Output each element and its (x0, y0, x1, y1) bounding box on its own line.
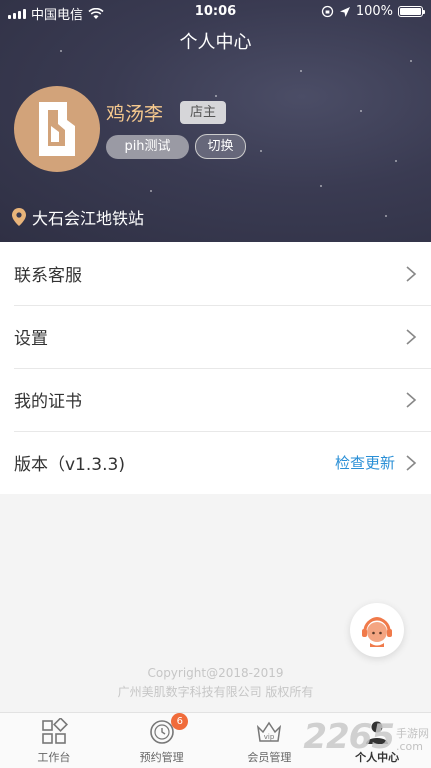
location-pin-icon (12, 208, 26, 226)
site-watermark: 2265 手游网 .com (303, 717, 429, 757)
menu-item-label: 版本（v1.3.3) (14, 455, 125, 475)
star-decoration (410, 60, 412, 62)
watermark-text: 手游网 (396, 727, 429, 740)
star-decoration (260, 150, 262, 152)
appointments-badge: 6 (171, 713, 189, 730)
location-label: 大石会江地铁站 (32, 209, 145, 228)
customer-service-float-button[interactable] (350, 603, 404, 657)
battery-level (400, 8, 421, 15)
chevron-right-icon (406, 265, 417, 282)
page-title: 个人中心 (179, 32, 252, 53)
shop-name-badge: pih测试 (106, 135, 189, 159)
menu-item-customer-service[interactable]: 联系客服 (0, 242, 431, 305)
tab-label: 会员管理 (247, 751, 292, 764)
menu-item-certificates[interactable]: 我的证书 (0, 368, 431, 431)
avatar[interactable] (14, 86, 100, 172)
settings-menu: 联系客服 设置 我的证书 版本（v1.3.3) 检查更新 (0, 242, 431, 494)
star-decoration (150, 190, 152, 192)
copyright-line: Copyright@2018-2019 (147, 666, 284, 680)
role-badge: 店主 (180, 101, 227, 124)
profile-header: 中国电信 10:06 100% 个人中心 鸡汤李 店主 pih测试 切换 大石会… (0, 0, 431, 242)
star-decoration (320, 185, 322, 187)
menu-item-settings[interactable]: 设置 (0, 305, 431, 368)
check-update-link[interactable]: 检查更新 (335, 452, 395, 473)
chevron-right-icon (406, 454, 417, 471)
menu-item-label: 我的证书 (14, 392, 82, 412)
location-arrow-icon (339, 6, 350, 17)
rotation-lock-icon (321, 5, 333, 18)
copyright-footer: Copyright@2018-2019 广州美肌数字科技有限公司 版权所有 (0, 664, 431, 702)
watermark-number: 2265 (303, 717, 395, 757)
star-decoration (215, 95, 217, 97)
watermark-domain: .com (396, 740, 423, 753)
status-bar: 中国电信 10:06 100% (0, 0, 431, 24)
chevron-right-icon (406, 328, 417, 345)
svg-text:vip: vip (264, 733, 275, 741)
star-decoration (300, 70, 302, 72)
star-decoration (385, 215, 387, 217)
vip-crown-icon: vip (257, 721, 282, 742)
company-line: 广州美肌数字科技有限公司 版权所有 (117, 685, 314, 699)
tab-label: 预约管理 (139, 751, 184, 764)
menu-item-label: 联系客服 (14, 266, 82, 286)
star-decoration (395, 160, 397, 162)
grid-icon (42, 718, 68, 744)
switch-shop-button[interactable]: 切换 (195, 134, 246, 159)
chevron-right-icon (406, 391, 417, 408)
location-row[interactable]: 大石会江地铁站 (12, 205, 144, 229)
menu-item-label: 设置 (14, 329, 48, 349)
battery-percent: 100% (355, 4, 393, 19)
headset-agent-icon (362, 617, 392, 647)
star-decoration (360, 110, 362, 112)
tab-workbench[interactable]: 工作台 (0, 713, 108, 768)
tab-label: 工作台 (37, 751, 71, 764)
user-name: 鸡汤李 (106, 103, 164, 125)
brand-logo-icon (39, 102, 75, 156)
battery-icon (398, 6, 425, 17)
menu-item-version[interactable]: 版本（v1.3.3) 检查更新 (0, 431, 431, 494)
tab-appointments[interactable]: 6 预约管理 (108, 713, 216, 768)
